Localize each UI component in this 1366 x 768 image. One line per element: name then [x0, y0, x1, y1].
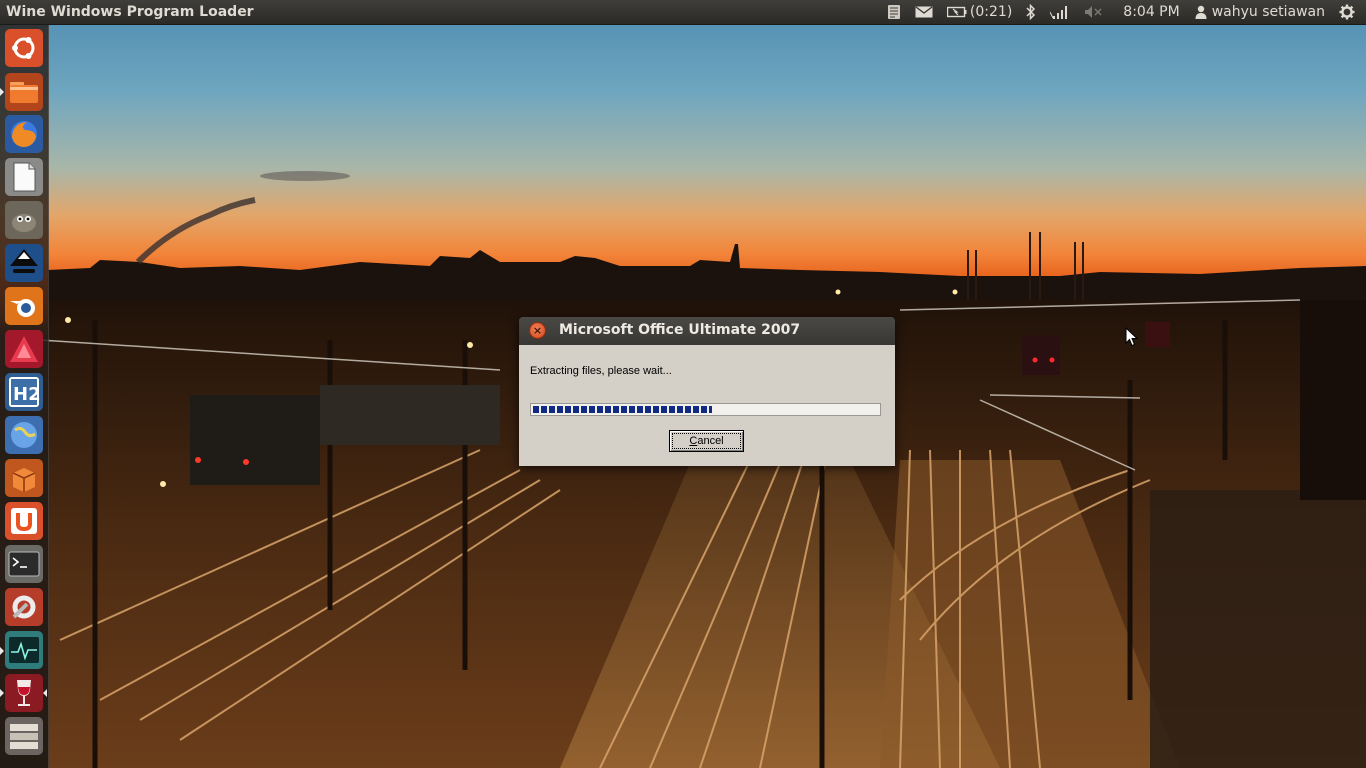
launcher-item-system-monitor[interactable]: [5, 631, 43, 669]
indicator-area: (0:21) 8:04 PM wahyu setiawan: [880, 0, 1366, 24]
launcher-item-libreoffice[interactable]: [5, 158, 43, 196]
settings-icon: [5, 588, 43, 626]
user-name: wahyu setiawan: [1211, 4, 1325, 20]
globe-icon: [5, 416, 43, 454]
launcher: H2: [0, 25, 49, 768]
launcher-item-wine[interactable]: [5, 674, 43, 712]
battery-icon: [946, 6, 967, 18]
cancel-mnemonic: C: [689, 435, 698, 447]
box-icon: [5, 459, 43, 497]
volume-muted-icon[interactable]: [1077, 0, 1111, 24]
document-icon: [5, 158, 43, 196]
progress-bar: [530, 403, 881, 416]
launcher-item-app-globe[interactable]: [5, 416, 43, 454]
battery-time-text: (0:21): [969, 4, 1013, 20]
status-message: Extracting files, please wait...: [530, 365, 672, 377]
active-app-title: Wine Windows Program Loader: [6, 4, 254, 20]
launcher-item-app-box[interactable]: [5, 459, 43, 497]
launcher-item-terminal[interactable]: [5, 545, 43, 583]
firefox-icon: [5, 115, 43, 153]
blender-icon: [5, 287, 43, 325]
user-menu[interactable]: wahyu setiawan: [1188, 0, 1332, 24]
launcher-item-h2-app[interactable]: H2: [5, 373, 43, 411]
close-button[interactable]: ×: [529, 322, 546, 339]
ubuntu-logo-icon: [5, 29, 43, 67]
launcher-item-workspace-switcher[interactable]: [5, 717, 43, 755]
launcher-item-gimp[interactable]: [5, 201, 43, 239]
launcher-item-blender[interactable]: [5, 287, 43, 325]
session-gear-icon[interactable]: [1332, 0, 1362, 24]
launcher-item-system-settings[interactable]: [5, 588, 43, 626]
mouse-pointer-icon: [1125, 327, 1139, 347]
desktop-screen: Wine Windows Program Loader (0:21) 8:04 …: [0, 0, 1366, 768]
dialog-titlebar[interactable]: × Microsoft Office Ultimate 2007: [519, 317, 895, 345]
cancel-label-rest: ancel: [697, 435, 724, 447]
system-monitor-icon: [5, 631, 43, 669]
dialog-title: Microsoft Office Ultimate 2007: [559, 322, 801, 338]
launcher-item-firefox[interactable]: [5, 115, 43, 153]
terminal-icon: [5, 545, 43, 583]
gimp-icon: [5, 201, 43, 239]
keyboard-indicator-icon[interactable]: [880, 0, 908, 24]
launcher-item-files[interactable]: [5, 73, 43, 111]
close-icon: ×: [532, 324, 543, 337]
dialog-body: Extracting files, please wait... Cancel: [519, 345, 895, 466]
clock[interactable]: 8:04 PM: [1111, 0, 1187, 24]
battery-indicator[interactable]: (0:21): [940, 0, 1019, 24]
folder-icon: [5, 73, 43, 111]
cancel-button[interactable]: Cancel: [669, 430, 744, 452]
red-triangle-icon: [5, 330, 43, 368]
progress-fill: [533, 406, 712, 413]
messaging-icon[interactable]: [908, 0, 940, 24]
software-center-icon: [5, 502, 43, 540]
launcher-item-dash-home[interactable]: [5, 29, 43, 67]
h2-icon: H2: [5, 373, 43, 411]
top-panel: Wine Windows Program Loader (0:21) 8:04 …: [0, 0, 1366, 25]
workspace-icon: [5, 717, 43, 755]
network-signal-icon[interactable]: [1043, 0, 1077, 24]
installer-dialog: × Microsoft Office Ultimate 2007 Extract…: [519, 317, 895, 466]
launcher-item-inkscape[interactable]: [5, 244, 43, 282]
wine-glass-icon: [5, 674, 43, 712]
svg-text:H2: H2: [13, 384, 41, 405]
bluetooth-icon[interactable]: [1019, 0, 1043, 24]
launcher-item-app-red-triangle[interactable]: [5, 330, 43, 368]
inkscape-icon: [5, 244, 43, 282]
user-icon: [1195, 5, 1207, 19]
launcher-item-ubuntu-software[interactable]: [5, 502, 43, 540]
